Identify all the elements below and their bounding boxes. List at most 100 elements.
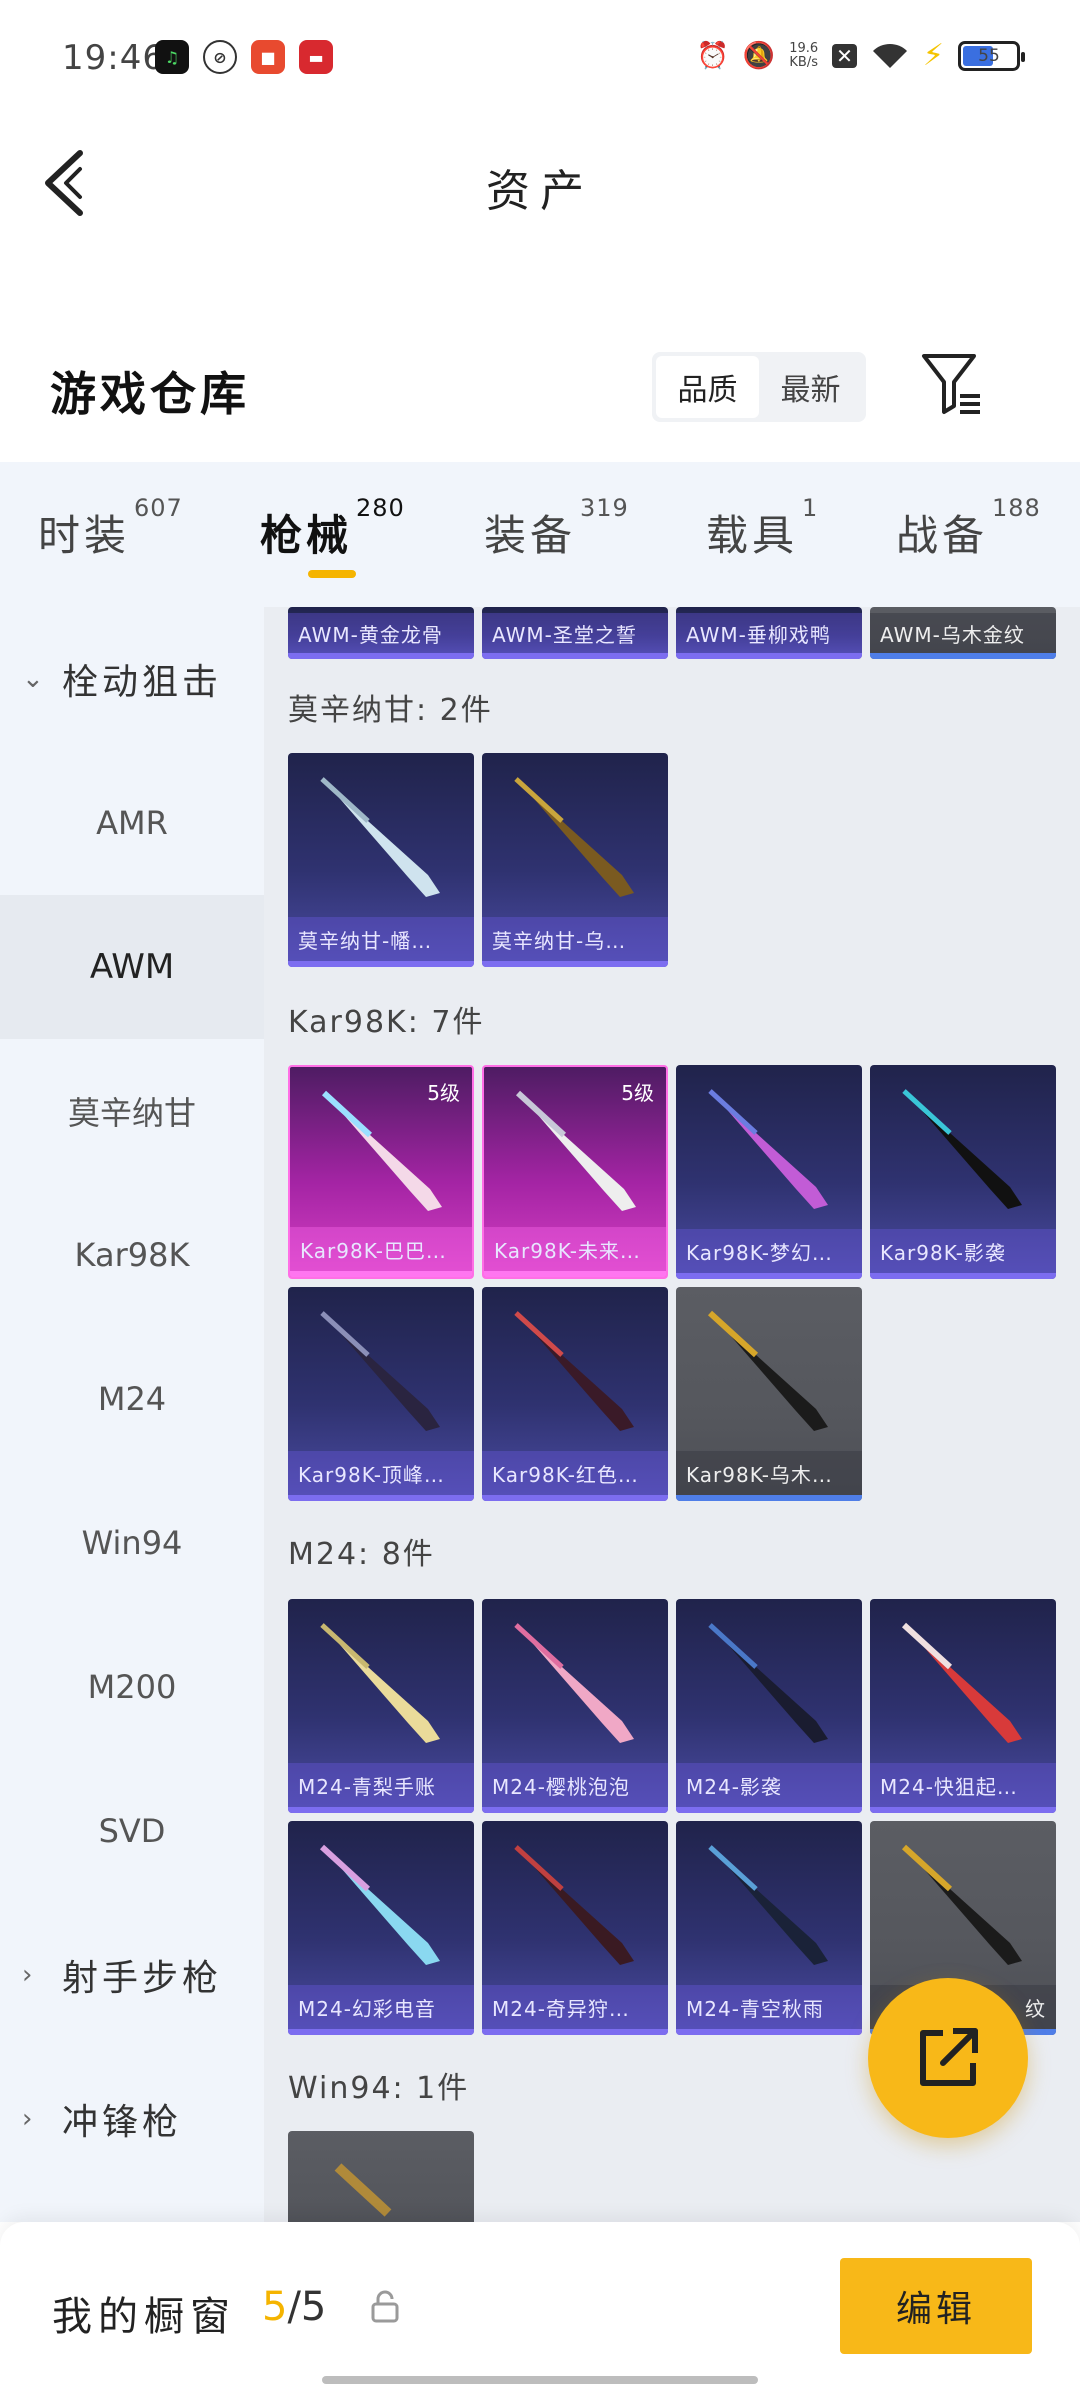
tab-count: 188 <box>992 494 1041 522</box>
weapon-card[interactable]: 5级 Kar98K-未来… <box>482 1065 668 1279</box>
rifle-icon <box>334 2163 392 2217</box>
rifle-icon <box>320 1311 440 1431</box>
music-app-icon: ♫ <box>155 40 189 74</box>
section-label-mosin: 莫辛纳甘: 2件 <box>288 693 493 728</box>
weapon-name: Kar98K-红色… <box>482 1451 668 1495</box>
sidebar-group-marksman[interactable]: › 射手步枪 <box>0 1903 264 2047</box>
status-bar: 19:46 ♫ ⊘ ■ ▬ ⏰ 🔕 19.6 KB/s ✕ ⚡ 55 <box>0 0 1080 115</box>
sidebar-group-label: 栓动狙击 <box>62 662 223 703</box>
weapon-card[interactable]: 莫辛纳甘-幡… <box>288 753 474 967</box>
weapon-card[interactable]: M24-奇异狩… <box>482 1821 668 2035</box>
weapon-name: Kar98K-梦幻… <box>676 1229 862 1273</box>
weapon-card[interactable]: M24-幻彩电音 <box>288 1821 474 2035</box>
sort-quality-button[interactable]: 品质 <box>656 356 759 418</box>
showcase-bar: 我的橱窗 5/5 编辑 <box>0 2222 1080 2388</box>
lock-icon[interactable] <box>370 2290 400 2324</box>
network-speed-unit: KB/s <box>789 54 818 70</box>
rifle-icon <box>708 1845 828 1965</box>
sidebar-item-awm[interactable]: AWM <box>0 895 264 1039</box>
weapon-card[interactable]: Kar98K-顶峰… <box>288 1287 474 1501</box>
weapon-name: AWM-垂柳戏鸭 <box>676 613 862 653</box>
chevron-down-icon: ⌄ <box>22 664 48 694</box>
sort-newest-button[interactable]: 最新 <box>759 356 862 418</box>
weapon-card[interactable]: AWM-乌木金纹 <box>870 607 1056 659</box>
tab-supplies[interactable]: 战备188 <box>896 494 1041 563</box>
weapon-name: Kar98K-顶峰… <box>288 1451 474 1495</box>
alarm-icon: ⏰ <box>696 40 729 71</box>
weapon-card[interactable]: M24-青空秋雨 <box>676 1821 862 2035</box>
sidebar-item-m24[interactable]: M24 <box>0 1327 264 1471</box>
weapon-card[interactable]: 莫辛纳甘-乌… <box>482 753 668 967</box>
sidebar-item-win94[interactable]: Win94 <box>0 1471 264 1615</box>
app-header: 资产 <box>0 115 1080 245</box>
weapon-card[interactable]: M24-青梨手账 <box>288 1599 474 1813</box>
tab-label: 战备 <box>896 511 989 560</box>
news-app-icon: ▬ <box>299 40 333 74</box>
weapon-card[interactable]: AWM-黄金龙骨 <box>288 607 474 659</box>
weapon-card[interactable]: AWM-垂柳戏鸭 <box>676 607 862 659</box>
status-time: 19:46 <box>62 38 165 78</box>
sidebar-item-m200[interactable]: M200 <box>0 1615 264 1759</box>
weapon-name: AWM-圣堂之誓 <box>482 613 668 653</box>
rifle-icon <box>901 1622 1022 1743</box>
battery-icon: 55 <box>958 40 1025 71</box>
sidebar-group-label: 冲锋枪 <box>62 2102 183 2143</box>
weapon-name: M24-青梨手账 <box>288 1763 474 1807</box>
weapon-card[interactable] <box>288 2131 474 2222</box>
weapon-card[interactable]: 5级 Kar98K-巴巴… <box>288 1065 474 1279</box>
rifle-icon <box>708 1623 828 1743</box>
section-label-win94: Win94: 1件 <box>288 2071 470 2106</box>
weapon-card[interactable]: M24-快狙起… <box>870 1599 1056 1813</box>
sidebar-group-label: 射手步枪 <box>62 1958 223 1999</box>
rifle-icon <box>319 1844 440 1965</box>
weapon-card[interactable]: Kar98K-影袭 <box>870 1065 1056 1279</box>
sidebar-group-bolt-action[interactable]: ⌄ 栓动狙击 <box>0 607 264 751</box>
battery-level: 55 <box>978 45 1000 66</box>
sidebar-item-mosin[interactable]: 莫辛纳甘 <box>0 1039 264 1183</box>
sidebar-group-smg[interactable]: › 冲锋枪 <box>0 2047 264 2191</box>
browser-app-icon: ⊘ <box>203 40 237 74</box>
showcase-total: /5 <box>287 2284 327 2330</box>
section-label-m24: M24: 8件 <box>288 1537 435 1572</box>
weapon-name: M24-幻彩电音 <box>288 1985 474 2029</box>
weapon-card[interactable]: M24-影袭 <box>676 1599 862 1813</box>
shopping-app-icon: ■ <box>251 40 285 74</box>
sidebar-item-svd[interactable]: SVD <box>0 1759 264 1903</box>
rifle-icon <box>514 777 634 897</box>
filter-button[interactable] <box>920 350 984 420</box>
tab-fashion[interactable]: 时装607 <box>38 494 183 563</box>
weapon-card[interactable]: AWM-圣堂之誓 <box>482 607 668 659</box>
mute-icon: 🔕 <box>742 40 776 71</box>
tab-count: 280 <box>356 494 405 522</box>
rifle-icon <box>514 1845 634 1965</box>
network-speed-value: 19.6 <box>789 40 819 56</box>
weapon-card[interactable]: Kar98K-梦幻… <box>676 1065 862 1279</box>
weapon-card[interactable]: Kar98K-乌木… <box>676 1287 862 1501</box>
weapon-name: M24-青空秋雨 <box>676 1985 862 2029</box>
rifle-icon <box>708 1089 828 1209</box>
tab-firearms[interactable]: 枪械280 <box>260 494 405 563</box>
weapon-name: AWM-乌木金纹 <box>870 613 1056 653</box>
tab-count: 607 <box>134 494 183 522</box>
weapon-name: M24-影袭 <box>676 1763 862 1807</box>
edit-button[interactable]: 编辑 <box>840 2258 1032 2354</box>
tab-label: 时装 <box>38 511 131 560</box>
tab-equipment[interactable]: 装备319 <box>484 494 629 563</box>
filter-icon <box>922 354 980 414</box>
weapon-name: M24-快狙起… <box>870 1763 1056 1807</box>
rifle-icon <box>320 777 440 897</box>
weapon-card[interactable]: Kar98K-红色… <box>482 1287 668 1501</box>
sidebar-item-kar98k[interactable]: Kar98K <box>0 1183 264 1327</box>
tab-label: 枪械 <box>260 511 353 560</box>
tab-vehicles[interactable]: 载具1 <box>706 494 818 563</box>
tab-label: 装备 <box>484 511 577 560</box>
weapon-card[interactable]: M24-樱桃泡泡 <box>482 1599 668 1813</box>
weapon-name: M24-奇异狩… <box>482 1985 668 2029</box>
weapon-name: 莫辛纳甘-乌… <box>482 917 668 961</box>
rifle-icon <box>514 1311 634 1431</box>
sidebar-item-amr[interactable]: AMR <box>0 751 264 895</box>
status-app-icons: ♫ ⊘ ■ ▬ <box>155 40 333 74</box>
tab-count: 1 <box>802 494 819 522</box>
share-button[interactable] <box>868 1978 1028 2138</box>
home-indicator[interactable] <box>322 2376 758 2384</box>
